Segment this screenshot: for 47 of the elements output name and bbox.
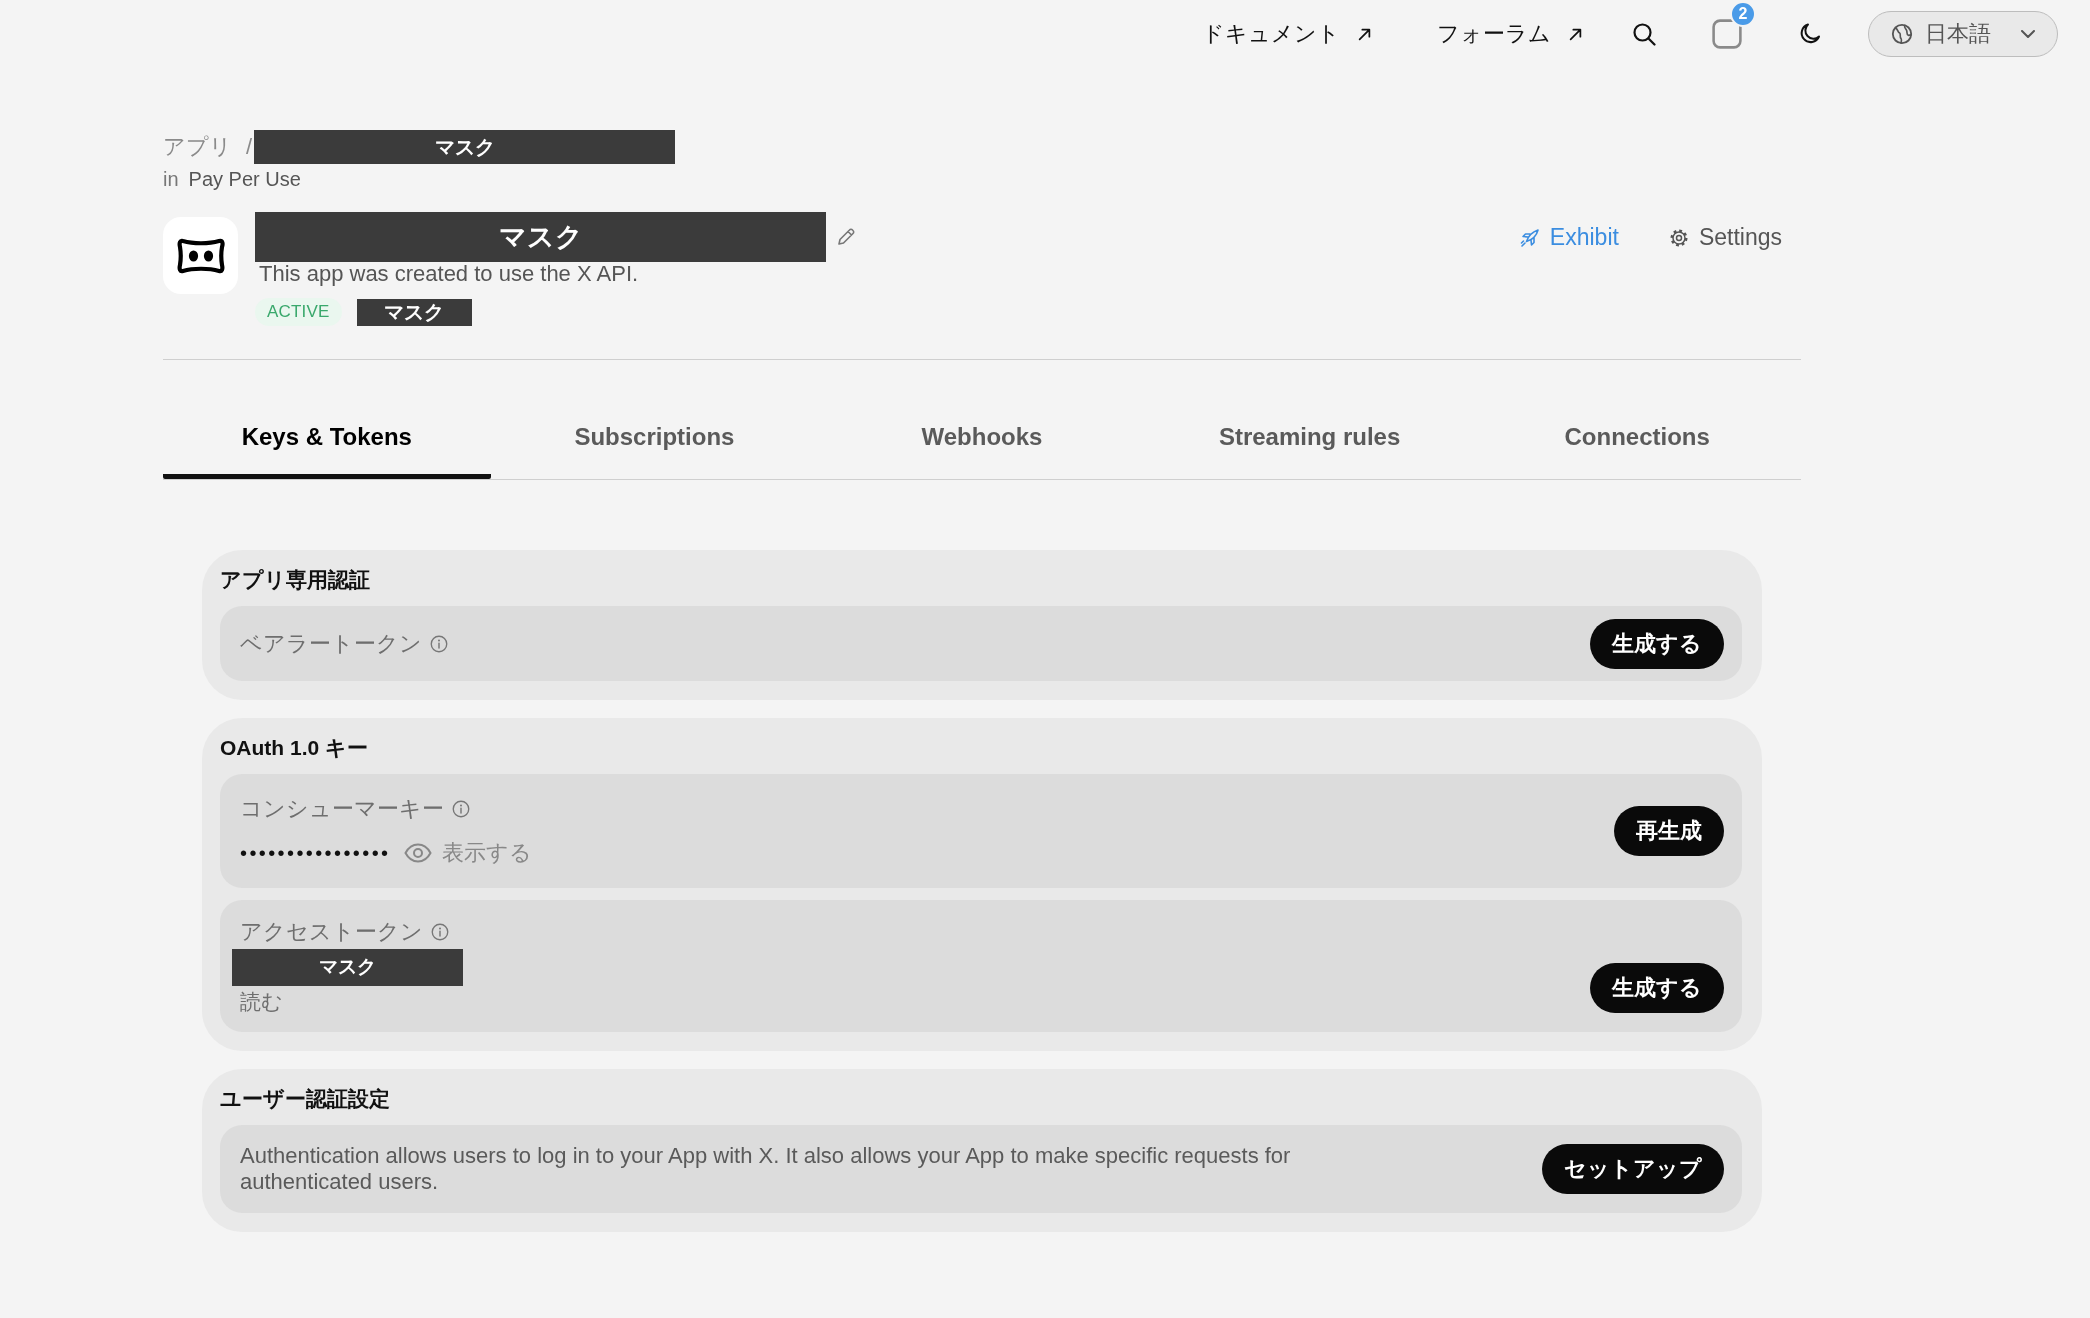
field-label: アクセストークン bbox=[240, 917, 423, 946]
tab[interactable]: Keys & Tokens bbox=[163, 396, 491, 479]
info-icon[interactable] bbox=[430, 634, 448, 653]
gear-icon bbox=[1668, 227, 1689, 248]
face-logo-icon bbox=[163, 217, 238, 294]
status-badge: ACTIVE bbox=[255, 298, 342, 326]
row-action-button[interactable]: 生成する bbox=[1590, 963, 1724, 1013]
tab[interactable]: Streaming rules bbox=[1145, 396, 1474, 479]
external-link[interactable]: フォーラム bbox=[1437, 19, 1582, 49]
count-badge: 2 bbox=[1730, 1, 1756, 27]
field-label: コンシューマーキー bbox=[240, 795, 444, 823]
row-action-button[interactable]: 生成する bbox=[1590, 618, 1724, 669]
external-link[interactable]: ドキュメント bbox=[1202, 19, 1371, 49]
workspace-name: Pay Per Use bbox=[188, 167, 301, 191]
token-scope: 読む bbox=[240, 988, 284, 1015]
globe-icon bbox=[1891, 23, 1913, 45]
info-icon[interactable] bbox=[452, 800, 470, 818]
box-icon[interactable] bbox=[1712, 19, 1742, 49]
breadcrumb-separator: / bbox=[246, 134, 253, 160]
redaction-bar: マスク bbox=[254, 130, 676, 164]
field-label: ベアラートークン bbox=[240, 629, 422, 658]
rocket-icon bbox=[1519, 227, 1540, 248]
chevron-down-icon bbox=[2021, 30, 2035, 38]
arrow-up-right-icon bbox=[1569, 27, 1582, 41]
redaction-bar: マスク bbox=[356, 298, 472, 326]
info-icon[interactable] bbox=[431, 922, 449, 941]
language-select[interactable]: 日本語 bbox=[1868, 11, 2058, 57]
card-title: OAuth 1.0 キー bbox=[220, 735, 369, 761]
moon-icon[interactable] bbox=[1798, 22, 1822, 46]
redaction-bar: マスク bbox=[232, 948, 463, 986]
redaction-bar: マスク bbox=[255, 212, 826, 262]
workspace-prefix: in bbox=[163, 167, 179, 191]
pencil-icon[interactable] bbox=[836, 227, 856, 247]
card-title: ユーザー認証設定 bbox=[220, 1086, 391, 1112]
tab[interactable]: Connections bbox=[1473, 396, 1801, 479]
tab[interactable]: Webhooks bbox=[818, 396, 1146, 479]
row-action-button[interactable]: 再生成 bbox=[1614, 806, 1724, 856]
header-action-link[interactable]: Settings bbox=[1668, 224, 1782, 251]
eye-icon bbox=[404, 843, 433, 863]
row-action-button[interactable]: セットアップ bbox=[1542, 1144, 1724, 1194]
app-description: This app was created to use the X API. bbox=[259, 262, 640, 286]
masked-key-value: •••••••••••••••• bbox=[240, 841, 391, 865]
card-title: アプリ専用認証 bbox=[220, 567, 371, 593]
setting-description: Authentication allows users to log in to your App with X. It also allows your App to make specific requests for authenticated users. bbox=[240, 1143, 1292, 1195]
tab[interactable]: Subscriptions bbox=[490, 396, 819, 479]
arrow-up-right-icon bbox=[1358, 27, 1371, 41]
search-icon[interactable] bbox=[1632, 22, 1656, 46]
